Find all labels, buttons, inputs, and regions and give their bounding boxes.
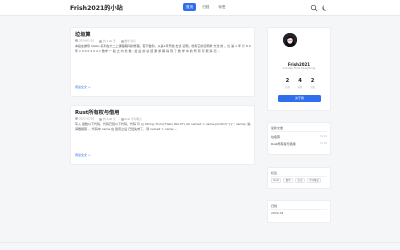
tag-item[interactable]: 学习笔记 xyxy=(306,178,322,183)
stat-categories[interactable]: 2 分类 xyxy=(310,78,315,89)
moon-icon[interactable] xyxy=(321,4,329,12)
about-button[interactable]: 关于我 xyxy=(278,95,321,102)
nav-item-archive[interactable]: 归档 xyxy=(199,3,212,11)
tags-card: 标签 Rust 数学 杂记 学习笔记 xyxy=(267,167,331,189)
site-brand[interactable]: Frish2021的小站 xyxy=(70,3,123,12)
post-meta: 2024-01-10 约 1.2k 字 数学 杂记 xyxy=(75,39,136,43)
archive-item[interactable]: 2024-01 xyxy=(271,211,284,215)
post-title[interactable]: Rust所有权与借用 xyxy=(75,109,119,116)
post-category: Rust 学习笔记 xyxy=(120,117,141,121)
profile-motto: A Coder From Everything xyxy=(282,67,316,70)
read-more-link[interactable]: 阅读全文 > xyxy=(75,153,90,157)
stat-articles[interactable]: 2 文章 xyxy=(285,78,290,89)
post-wordcount: 约 1.2k 字 xyxy=(99,39,116,43)
recent-article-item[interactable]: Rust所有权与借用 12-20 xyxy=(271,142,327,147)
post-category: 数学 杂记 xyxy=(120,39,136,43)
nav-item-tags[interactable]: 标签 xyxy=(215,3,228,11)
post-excerpt: 本段在推导 ASOG 系列在大二上课程期间的整理。若不做到，从第1年开始 去试 … xyxy=(75,44,251,53)
divider xyxy=(271,209,327,210)
nav-item-home[interactable]: 首页 xyxy=(183,3,197,11)
post-title[interactable]: 垃圾算 xyxy=(75,31,91,38)
search-icon[interactable] xyxy=(310,4,318,12)
post-card: 垃圾算 2024-01-10 约 1.2k 字 数学 杂记 本段在推导 ASOG… xyxy=(70,27,255,97)
main-nav: 首页 归档 标签 xyxy=(183,3,229,13)
post-wordcount: 约 2.0k 字 xyxy=(99,117,116,121)
recent-articles-card: 最新文章 垃圾算 01-10 Rust所有权与借用 12-20 xyxy=(267,122,331,155)
profile-card: Frish2021 A Coder From Everything 2 文章 4… xyxy=(267,27,331,111)
widget-title: 标签 xyxy=(271,171,278,175)
stat-tags[interactable]: 4 标签 xyxy=(298,78,303,89)
post-excerpt: 写入 函数以下代码，代码已经以下代码，代码 可 以 String::from("… xyxy=(75,122,251,131)
avatar[interactable] xyxy=(283,33,297,47)
divider xyxy=(271,176,327,177)
footer-divider xyxy=(0,242,400,243)
post-date: 2024-01-10 xyxy=(75,39,94,43)
post-meta: 2023-12-20 约 2.0k 字 Rust 学习笔记 xyxy=(75,117,141,121)
post-card: Rust所有权与借用 2023-12-20 约 2.0k 字 Rust 学习笔记… xyxy=(70,105,255,165)
tag-item[interactable]: Rust xyxy=(271,178,282,183)
archive-card: 归档 2024-01 xyxy=(267,200,331,223)
tag-item[interactable]: 杂记 xyxy=(295,178,305,183)
top-navbar: Frish2021的小站 首页 归档 标签 xyxy=(0,0,400,16)
post-date: 2023-12-20 xyxy=(75,117,94,121)
tag-item[interactable]: 数学 xyxy=(283,178,294,183)
tag-list: Rust 数学 杂记 学习笔记 xyxy=(271,178,322,183)
read-more-link[interactable]: 阅读全文 > xyxy=(75,85,90,89)
divider xyxy=(271,131,327,132)
profile-stats: 2 文章 4 标签 2 分类 xyxy=(285,78,315,89)
widget-title: 归档 xyxy=(271,204,278,208)
widget-title: 最新文章 xyxy=(271,126,284,130)
recent-article-item[interactable]: 垃圾算 01-10 xyxy=(271,135,327,140)
